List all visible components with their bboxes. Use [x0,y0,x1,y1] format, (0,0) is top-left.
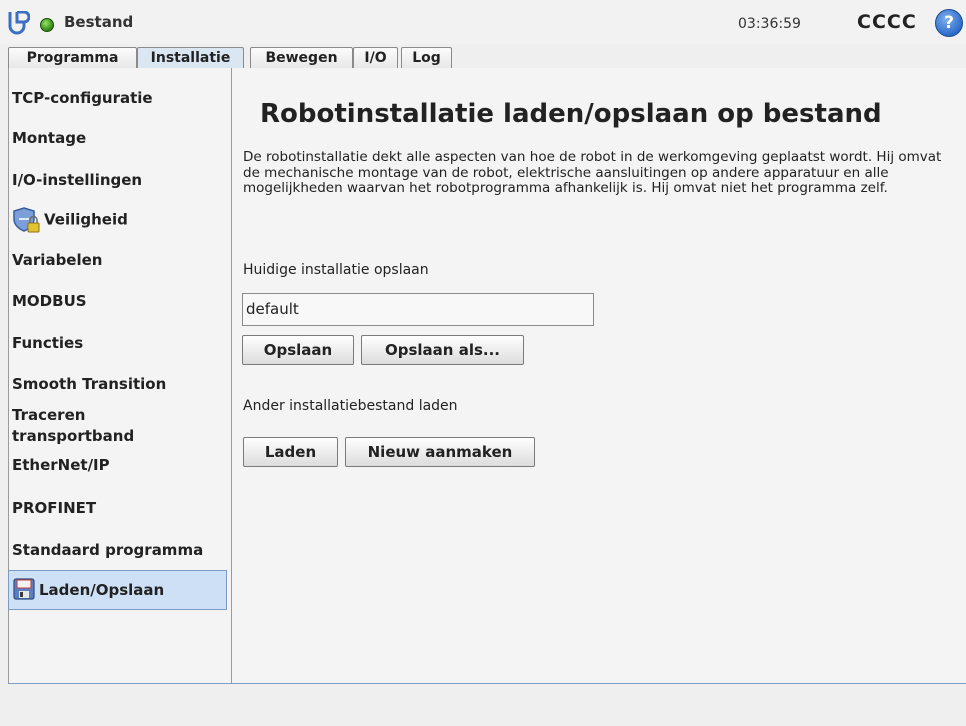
sidebar-item-standaard-programma[interactable]: Standaard programma [8,541,231,559]
sidebar-item-ethernet-ip[interactable]: EtherNet/IP [8,456,231,474]
sidebar-item-laden-opslaan[interactable]: Laden/Opslaan [8,570,227,610]
sidebar-item-label: Variabelen [12,251,103,269]
sidebar-item-traceren-transportband[interactable]: Traceren transportband [8,405,158,447]
sidebar-item-functies[interactable]: Functies [8,334,231,352]
tab-io[interactable]: I/O [353,47,398,68]
sidebar-item-label: Functies [12,334,84,352]
sidebar-item-label: Smooth Transition [12,375,167,393]
app-title: Bestand [64,13,134,31]
clock: 03:36:59 [738,16,801,32]
sidebar-item-modbus[interactable]: MODBUS [8,292,231,310]
sidebar-item-montage[interactable]: Montage [8,129,231,147]
robot-status-icon[interactable] [40,18,54,32]
page-title: Robotinstallatie laden/opslaan op bestan… [260,99,882,129]
sidebar-item-label: EtherNet/IP [12,456,110,474]
save-as-button[interactable]: Opslaan als... [361,335,524,365]
sidebar-item-label: MODBUS [12,292,87,310]
title-bar: Bestand 03:36:59 CCCC ? [0,0,966,44]
tab-log[interactable]: Log [401,47,452,68]
sidebar-item-label: PROFINET [12,499,97,517]
sidebar-item-veiligheid[interactable]: Veiligheid [8,207,231,233]
sidebar-item-label: I/O-instellingen [12,171,143,189]
help-icon[interactable]: ? [935,9,963,37]
sidebar-item-smooth-transition[interactable]: Smooth Transition [8,375,231,393]
sidebar-item-label: Montage [12,129,87,147]
page-description: De robotinstallatie dekt alle aspecten v… [243,149,942,196]
save-section-label: Huidige installatie opslaan [243,262,429,278]
sidebar: TCP-configuratie Montage I/O-instellinge… [8,68,232,684]
load-section-label: Ander installatiebestand laden [243,398,458,414]
installation-name-field[interactable]: default [242,293,594,326]
panel-bottom-border [8,683,966,684]
sidebar-item-profinet[interactable]: PROFINET [8,499,231,517]
robot-name: CCCC [857,11,917,33]
sidebar-item-label: TCP-configuratie [12,89,153,107]
tab-bewegen[interactable]: Bewegen [250,47,353,68]
sidebar-item-io-instellingen[interactable]: I/O-instellingen [8,171,231,189]
shield-lock-icon [13,207,40,233]
sidebar-item-label: Standaard programma [12,541,204,559]
sidebar-item-variabelen[interactable]: Variabelen [8,251,231,269]
floppy-disk-icon [13,578,35,600]
sidebar-item-label: Traceren transportband [12,406,135,445]
sidebar-item-label: Laden/Opslaan [39,581,165,599]
sidebar-item-tcp-configuratie[interactable]: TCP-configuratie [8,89,231,107]
universal-robots-logo-icon [8,11,30,35]
sidebar-item-label: Veiligheid [44,210,128,229]
tab-programma[interactable]: Programma [8,47,137,68]
new-installation-button[interactable]: Nieuw aanmaken [345,437,535,467]
save-button[interactable]: Opslaan [242,335,354,365]
load-button[interactable]: Laden [243,437,338,467]
tab-installatie[interactable]: Installatie [137,47,244,69]
